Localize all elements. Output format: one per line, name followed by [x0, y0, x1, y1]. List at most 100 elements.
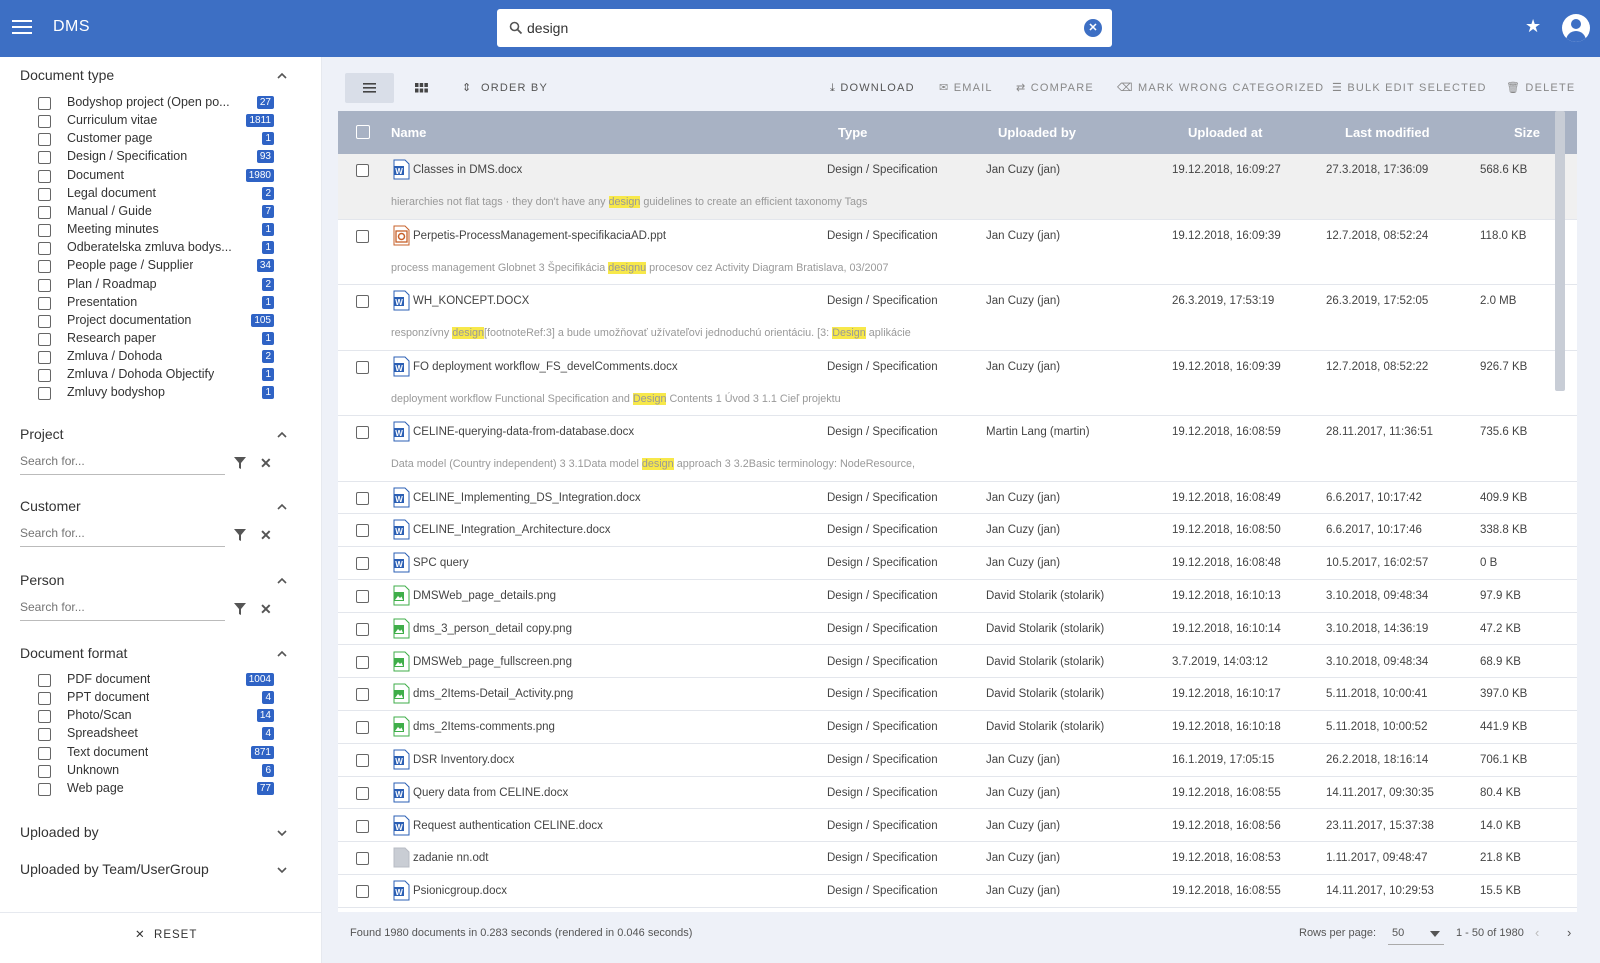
column-last-modified[interactable]: Last modified — [1345, 125, 1430, 140]
document-name[interactable]: DMSWeb_page_fullscreen.png — [413, 656, 572, 668]
filter-option[interactable]: Zmluva / Dohoda 2 — [38, 348, 278, 366]
filter-option[interactable]: Photo/Scan 14 — [38, 707, 278, 725]
document-name[interactable]: zadanie nn.odt — [413, 852, 488, 864]
collapse-customer-icon[interactable] — [276, 501, 288, 513]
filter-checkbox[interactable] — [38, 692, 51, 706]
filter-checkbox[interactable] — [38, 369, 51, 383]
filter-icon[interactable] — [233, 602, 247, 616]
filter-checkbox[interactable] — [38, 187, 51, 201]
table-row[interactable]: W Classes in DMS.docx Design / Specificati… — [338, 154, 1577, 220]
filter-checkbox[interactable] — [38, 169, 51, 183]
row-checkbox[interactable] — [356, 622, 369, 636]
filter-option[interactable]: PDF document 1004 — [38, 671, 278, 689]
filter-option[interactable]: Unknown 6 — [38, 762, 278, 780]
filter-checkbox[interactable] — [38, 728, 51, 742]
filter-checkbox[interactable] — [38, 97, 51, 110]
filter-checkbox[interactable] — [38, 115, 51, 129]
document-name[interactable]: DMSWeb_page_details.png — [413, 590, 556, 602]
filter-checkbox[interactable] — [38, 205, 51, 219]
previous-page-icon[interactable]: ‹ — [1535, 925, 1539, 940]
project-search-input[interactable] — [20, 454, 220, 468]
rows-per-page-select[interactable]: 50 — [1388, 921, 1444, 945]
next-page-icon[interactable]: › — [1567, 925, 1571, 940]
table-row[interactable]: W SPC query Design / Specification Jan Cuzy… — [338, 547, 1577, 580]
table-row[interactable]: W Request authentication CELINE.docx Desig… — [338, 809, 1577, 843]
filter-option[interactable]: People page / Supplier 34 — [38, 257, 278, 275]
filter-option[interactable]: Curriculum vitae 1811 — [38, 112, 278, 130]
filter-checkbox[interactable] — [38, 764, 51, 778]
search-input[interactable] — [527, 18, 1067, 38]
filter-icon[interactable] — [233, 528, 247, 542]
document-name[interactable]: Query data from CELINE.docx — [413, 787, 568, 799]
table-row[interactable]: Perpetis-ProcessManagement-specifikaciaA… — [338, 219, 1577, 285]
filter-checkbox[interactable] — [38, 674, 51, 687]
filter-option[interactable]: Research paper 1 — [38, 330, 278, 348]
filter-checkbox[interactable] — [38, 332, 51, 346]
expand-uploaded-by-team-icon[interactable] — [276, 864, 288, 876]
email-button[interactable]: ✉ EMAIL — [939, 73, 993, 103]
document-name[interactable]: Perpetis-ProcessManagement-specifikaciaA… — [413, 230, 666, 242]
document-name[interactable]: DSR Inventory.docx — [413, 754, 514, 766]
row-checkbox[interactable] — [356, 885, 369, 899]
filter-checkbox[interactable] — [38, 782, 51, 796]
row-checkbox[interactable] — [356, 295, 369, 308]
clear-filter-icon[interactable]: ✕ — [260, 455, 272, 472]
filter-option[interactable]: Text document 871 — [38, 744, 278, 762]
document-name[interactable]: CELINE-querying-data-from-database.docx — [413, 426, 634, 438]
document-name[interactable]: CELINE_Implementing_DS_Integration.docx — [413, 492, 641, 504]
filter-option[interactable]: Presentation 1 — [38, 294, 278, 312]
user-avatar-icon[interactable] — [1562, 14, 1590, 42]
table-row[interactable]: W CELINE-querying-data-from-database.docx… — [338, 416, 1577, 482]
row-checkbox[interactable] — [356, 589, 369, 603]
customer-search-input[interactable] — [20, 526, 220, 540]
filter-option[interactable]: Project documentation 105 — [38, 312, 278, 330]
table-row[interactable]: W FO deployment workflow_FS_develComments… — [338, 350, 1577, 416]
table-row[interactable]: W CELINE_Integration_Architecture.docx Des… — [338, 514, 1577, 548]
table-row[interactable]: dms_2Items-comments.png Design / Specific… — [338, 711, 1577, 744]
row-checkbox[interactable] — [356, 426, 369, 439]
column-type[interactable]: Type — [838, 125, 867, 140]
delete-button[interactable]: 🗑 DELETE — [1506, 73, 1575, 103]
filter-option[interactable]: Plan / Roadmap 2 — [38, 276, 278, 294]
filter-option[interactable]: Spreadsheet 4 — [38, 725, 278, 743]
filter-option[interactable]: Meeting minutes 1 — [38, 221, 278, 239]
document-name[interactable]: Request authentication CELINE.docx — [413, 820, 603, 832]
filter-option[interactable]: Zmluva / Dohoda Objectify 1 — [38, 366, 278, 384]
grid-view-button[interactable] — [407, 73, 437, 103]
row-checkbox[interactable] — [356, 721, 369, 735]
clear-filter-icon[interactable]: ✕ — [260, 601, 272, 618]
project-search-field[interactable] — [20, 451, 225, 475]
row-checkbox[interactable] — [356, 819, 369, 833]
table-row[interactable]: dms_2Items-Detail_Activity.png Design / S… — [338, 678, 1577, 712]
document-name[interactable]: Psionicgroup.docx — [413, 885, 507, 897]
customer-search-field[interactable] — [20, 523, 225, 547]
row-checkbox[interactable] — [356, 557, 369, 571]
row-checkbox[interactable] — [356, 688, 369, 702]
table-row[interactable]: dms_3_person_detail copy.png Design / Spe… — [338, 612, 1577, 646]
filter-option[interactable]: Design / Specification 93 — [38, 148, 278, 166]
document-name[interactable]: dms_2Items-Detail_Activity.png — [413, 688, 573, 700]
filter-option[interactable]: Zmluvy bodyshop 1 — [38, 384, 278, 402]
row-checkbox[interactable] — [356, 786, 369, 800]
row-checkbox[interactable] — [356, 229, 369, 243]
filter-option[interactable]: Customer page 1 — [38, 130, 278, 148]
filter-checkbox[interactable] — [38, 314, 51, 328]
table-row[interactable]: zadanie nn.odt Design / Specification Jan … — [338, 842, 1577, 876]
table-row[interactable]: DMSWeb_page_details.png Design / Specific… — [338, 579, 1577, 613]
collapse-project-icon[interactable] — [276, 429, 288, 441]
clear-search-icon[interactable]: ✕ — [1084, 19, 1102, 37]
table-row[interactable]: W Query data from CELINE.docx Design / Spe… — [338, 776, 1577, 810]
filter-checkbox[interactable] — [38, 387, 51, 401]
collapse-document-format-icon[interactable] — [276, 648, 288, 660]
filter-checkbox[interactable] — [38, 278, 51, 292]
filter-checkbox[interactable] — [38, 242, 51, 256]
compare-button[interactable]: ⇄ COMPARE — [1016, 73, 1094, 103]
filter-option[interactable]: Manual / Guide 7 — [38, 203, 278, 221]
filter-checkbox[interactable] — [38, 224, 51, 238]
row-checkbox[interactable] — [356, 655, 369, 669]
table-row[interactable]: W WH_KONCEPT.DOCX Design / Specification Ja… — [338, 285, 1577, 351]
download-button[interactable]: ⤓ DOWNLOAD — [830, 73, 915, 103]
uploaded-by-team-title[interactable]: Uploaded by Team/UserGroup — [20, 861, 209, 877]
filter-option[interactable]: Bodyshop project (Open po... 27 — [38, 94, 278, 112]
column-size[interactable]: Size — [1514, 125, 1540, 140]
